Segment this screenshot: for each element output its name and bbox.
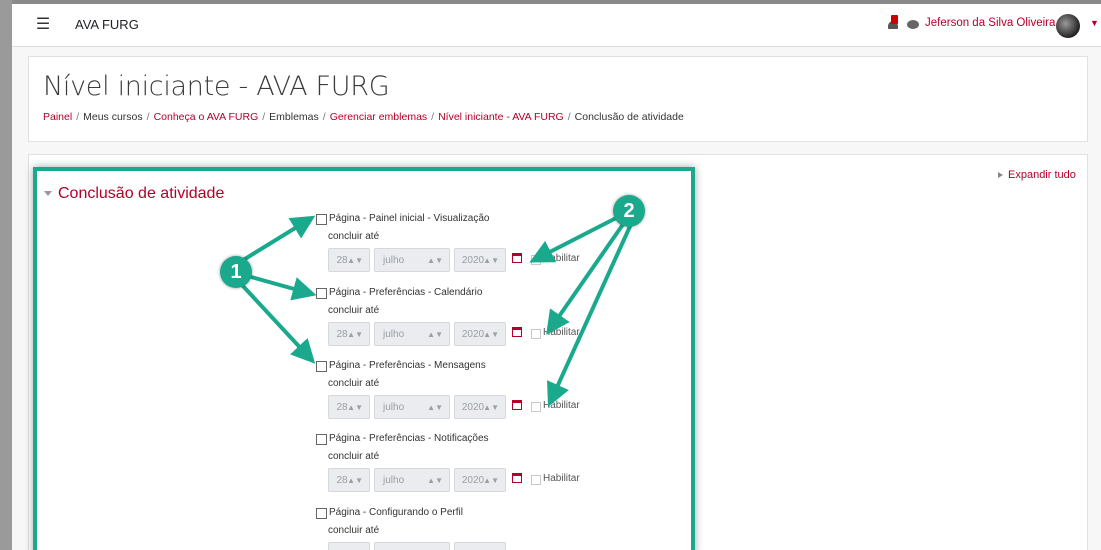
- site-brand[interactable]: AVA FURG: [75, 17, 139, 32]
- user-menu-caret-icon[interactable]: ▼: [1090, 18, 1099, 28]
- breadcrumb-item-current: Conclusão de atividade: [574, 111, 684, 123]
- breadcrumb-item-emblemas: Emblemas: [269, 111, 319, 123]
- breadcrumb-separator: /: [431, 111, 435, 123]
- user-menu-name[interactable]: Jeferson da Silva Oliveira: [925, 17, 1055, 29]
- annotation-marker-1: 1: [220, 256, 252, 288]
- breadcrumb-separator: /: [567, 111, 571, 123]
- page-title: Nível iniciante - AVA FURG: [43, 71, 390, 102]
- left-border: [0, 0, 12, 550]
- annotation-highlight-box: [33, 167, 695, 550]
- breadcrumb-item-manage-badges[interactable]: Gerenciar emblemas: [330, 111, 427, 123]
- messages-icon[interactable]: [907, 20, 919, 29]
- expand-all-label: Expandir tudo: [1008, 169, 1076, 181]
- breadcrumb-item-painel[interactable]: Painel: [43, 111, 72, 123]
- breadcrumb-separator: /: [322, 111, 326, 123]
- notification-bell-icon[interactable]: [886, 15, 900, 31]
- expand-triangle-icon: [998, 172, 1003, 179]
- notification-badge: [891, 15, 898, 24]
- breadcrumb-item-badge[interactable]: Nível iniciante - AVA FURG: [438, 111, 564, 123]
- breadcrumb-separator: /: [146, 111, 150, 123]
- avatar[interactable]: [1056, 14, 1080, 38]
- breadcrumb-item-course[interactable]: Conheça o AVA FURG: [154, 111, 259, 123]
- breadcrumb-separator: /: [76, 111, 80, 123]
- hamburger-menu-icon[interactable]: ☰: [32, 15, 54, 35]
- top-navbar: ☰ AVA FURG Jeferson da Silva Oliveira ▼: [12, 4, 1101, 47]
- browser-frame: ☰ AVA FURG Jeferson da Silva Oliveira ▼ …: [0, 0, 1101, 550]
- annotation-marker-2: 2: [613, 195, 645, 227]
- breadcrumb-separator: /: [262, 111, 266, 123]
- breadcrumb-item-meus-cursos: Meus cursos: [83, 111, 143, 123]
- page-header: Nível iniciante - AVA FURG Painel / Meus c…: [28, 56, 1088, 142]
- breadcrumb: Painel / Meus cursos / Conheça o AVA FURG / Em…: [43, 111, 684, 123]
- expand-all-link[interactable]: Expandir tudo: [998, 169, 1076, 181]
